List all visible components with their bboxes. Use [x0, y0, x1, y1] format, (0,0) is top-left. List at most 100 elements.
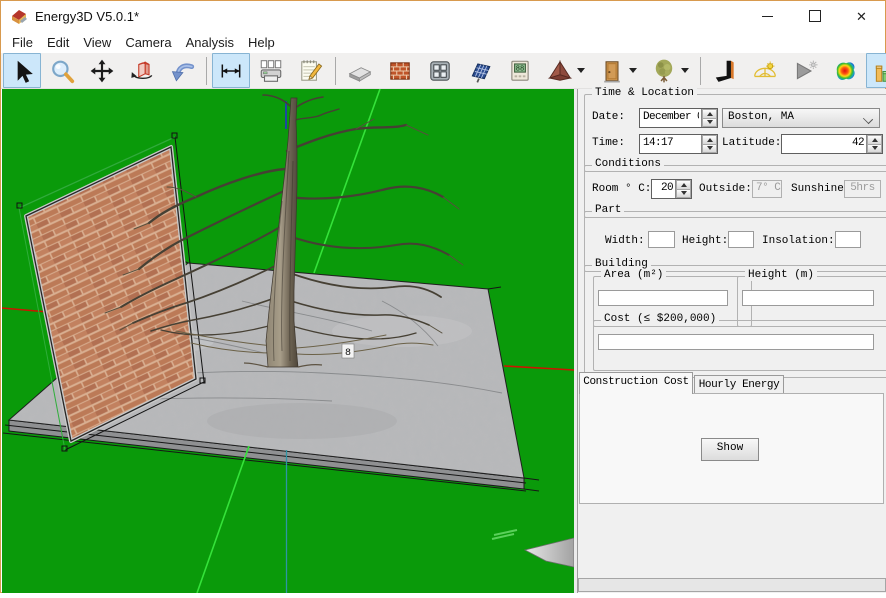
- conditions-legend: Conditions: [592, 158, 664, 170]
- outside-temp-readout: 7° C: [752, 180, 782, 198]
- part-width-label: Width:: [605, 235, 645, 247]
- part-width-field: [648, 231, 675, 248]
- menu-edit[interactable]: Edit: [40, 33, 76, 52]
- door-button[interactable]: [593, 53, 643, 88]
- outside-temp-label: Outside:: [699, 183, 752, 195]
- chart-button[interactable]: [866, 53, 886, 88]
- city-value: Boston, MA: [728, 111, 794, 123]
- time-spinner[interactable]: 14:17: [639, 134, 718, 154]
- sun-path-button[interactable]: [746, 53, 784, 88]
- maximize-button[interactable]: [791, 1, 838, 31]
- magnifier-icon: [49, 58, 75, 84]
- time-spin-buttons[interactable]: [701, 135, 717, 153]
- part-height-field: [728, 231, 754, 248]
- measure-tool-button[interactable]: [212, 53, 250, 88]
- window-title: Energy3D V5.0.1*: [35, 9, 139, 24]
- outside-temp-value: 7° C: [756, 182, 778, 194]
- sunshine-label: Sunshine:: [791, 183, 850, 195]
- select-tool-button[interactable]: [3, 53, 41, 88]
- date-value: December 02: [643, 111, 699, 123]
- time-label: Time:: [592, 137, 625, 149]
- close-button[interactable]: ✕: [838, 1, 885, 31]
- roof-dropdown-arrow[interactable]: [577, 68, 585, 73]
- foundation-icon: [347, 58, 373, 84]
- sunshine-value: 5hrs: [848, 182, 877, 194]
- scene-canvas: 8: [2, 89, 574, 593]
- sensor-button[interactable]: 88: [501, 53, 539, 88]
- building-group: Building Area (m²) Height (m) Cost (≤ $2…: [584, 265, 886, 378]
- menu-file[interactable]: File: [5, 33, 40, 52]
- undo-arrow-icon: [169, 58, 195, 84]
- door-dropdown-arrow[interactable]: [629, 68, 637, 73]
- window-controls: ✕: [744, 1, 885, 31]
- annotate-button[interactable]: [292, 53, 330, 88]
- solar-panel-icon: [467, 58, 493, 84]
- window-element-button[interactable]: [421, 53, 459, 88]
- room-temp-label: Room ° C:: [592, 183, 651, 195]
- latitude-spin-up[interactable]: [867, 135, 882, 145]
- construction-cost-tab-panel: Show: [579, 393, 884, 504]
- latitude-spin-down[interactable]: [867, 145, 882, 154]
- conditions-group: Conditions Room ° C: 20 Outside: 7° C Su…: [584, 165, 886, 218]
- sensor-display-text: 88: [516, 65, 524, 73]
- status-strip: [578, 578, 886, 592]
- sensor-icon: 88: [507, 58, 533, 84]
- show-button[interactable]: Show: [701, 438, 759, 461]
- date-spin-up[interactable]: [702, 109, 717, 119]
- heatmap-icon: [832, 58, 858, 84]
- note-pencil-icon: [298, 58, 324, 84]
- solar-panel-button[interactable]: [461, 53, 499, 88]
- room-temp-spin-buttons[interactable]: [675, 180, 691, 198]
- toolbar-separator: [335, 57, 336, 85]
- minimize-button[interactable]: [744, 1, 791, 31]
- room-temp-spin-up[interactable]: [676, 180, 691, 190]
- roof-button[interactable]: [541, 53, 591, 88]
- print-preview-button[interactable]: [252, 53, 290, 88]
- tab-construction-cost[interactable]: Construction Cost: [579, 372, 693, 394]
- part-insolation-label: Insolation:: [762, 235, 835, 247]
- latitude-spinner[interactable]: 42: [781, 134, 883, 154]
- roof-icon: [547, 58, 573, 84]
- menu-bar: File Edit View Camera Analysis Help: [1, 31, 885, 53]
- toolbar-separator: [700, 57, 701, 85]
- tree-tag-text: 8: [345, 348, 351, 359]
- time-spin-down[interactable]: [702, 145, 717, 154]
- building-area-field: [598, 290, 728, 306]
- undo-button[interactable]: [163, 53, 201, 88]
- menu-analysis[interactable]: Analysis: [179, 33, 241, 52]
- select-arrow-icon: [9, 58, 35, 84]
- date-label: Date:: [592, 111, 625, 123]
- room-temp-spin-down[interactable]: [676, 190, 691, 199]
- menu-camera[interactable]: Camera: [118, 33, 178, 52]
- date-spinner[interactable]: December 02: [639, 108, 718, 128]
- energy3d-window: { "window": { "title": "Energy3D V5.0.1*…: [0, 0, 886, 593]
- latitude-label: Latitude:: [722, 137, 781, 149]
- menu-help[interactable]: Help: [241, 33, 282, 52]
- building-cost-legend: Cost (≤ $200,000): [601, 313, 719, 325]
- time-spin-up[interactable]: [702, 135, 717, 145]
- tab-hourly-energy[interactable]: Hourly Energy: [694, 375, 784, 394]
- room-temp-spinner[interactable]: 20: [651, 179, 692, 199]
- wall-button[interactable]: [381, 53, 419, 88]
- heatmap-button[interactable]: [826, 53, 864, 88]
- rotate-tool-button[interactable]: [123, 53, 161, 88]
- chevron-down-icon: [863, 114, 873, 124]
- toolbar-separator: [206, 57, 207, 85]
- app-logo-icon: [10, 7, 28, 25]
- sun-animation-button[interactable]: [786, 53, 824, 88]
- date-spin-down[interactable]: [702, 119, 717, 128]
- menu-view[interactable]: View: [76, 33, 118, 52]
- brick-wall-icon: [387, 58, 413, 84]
- pan-tool-button[interactable]: [83, 53, 121, 88]
- city-combobox[interactable]: Boston, MA: [722, 108, 880, 128]
- tree-button[interactable]: [645, 53, 695, 88]
- 3d-viewport[interactable]: 8: [2, 89, 574, 593]
- rotate-box-icon: [129, 58, 155, 84]
- foundation-button[interactable]: [341, 53, 379, 88]
- date-spin-buttons[interactable]: [701, 109, 717, 127]
- tree-dropdown-arrow[interactable]: [681, 68, 689, 73]
- side-panel: Time & Location Date: December 02 Boston…: [578, 89, 886, 593]
- zoom-tool-button[interactable]: [43, 53, 81, 88]
- shadow-wall-button[interactable]: [706, 53, 744, 88]
- latitude-spin-buttons[interactable]: [866, 135, 882, 153]
